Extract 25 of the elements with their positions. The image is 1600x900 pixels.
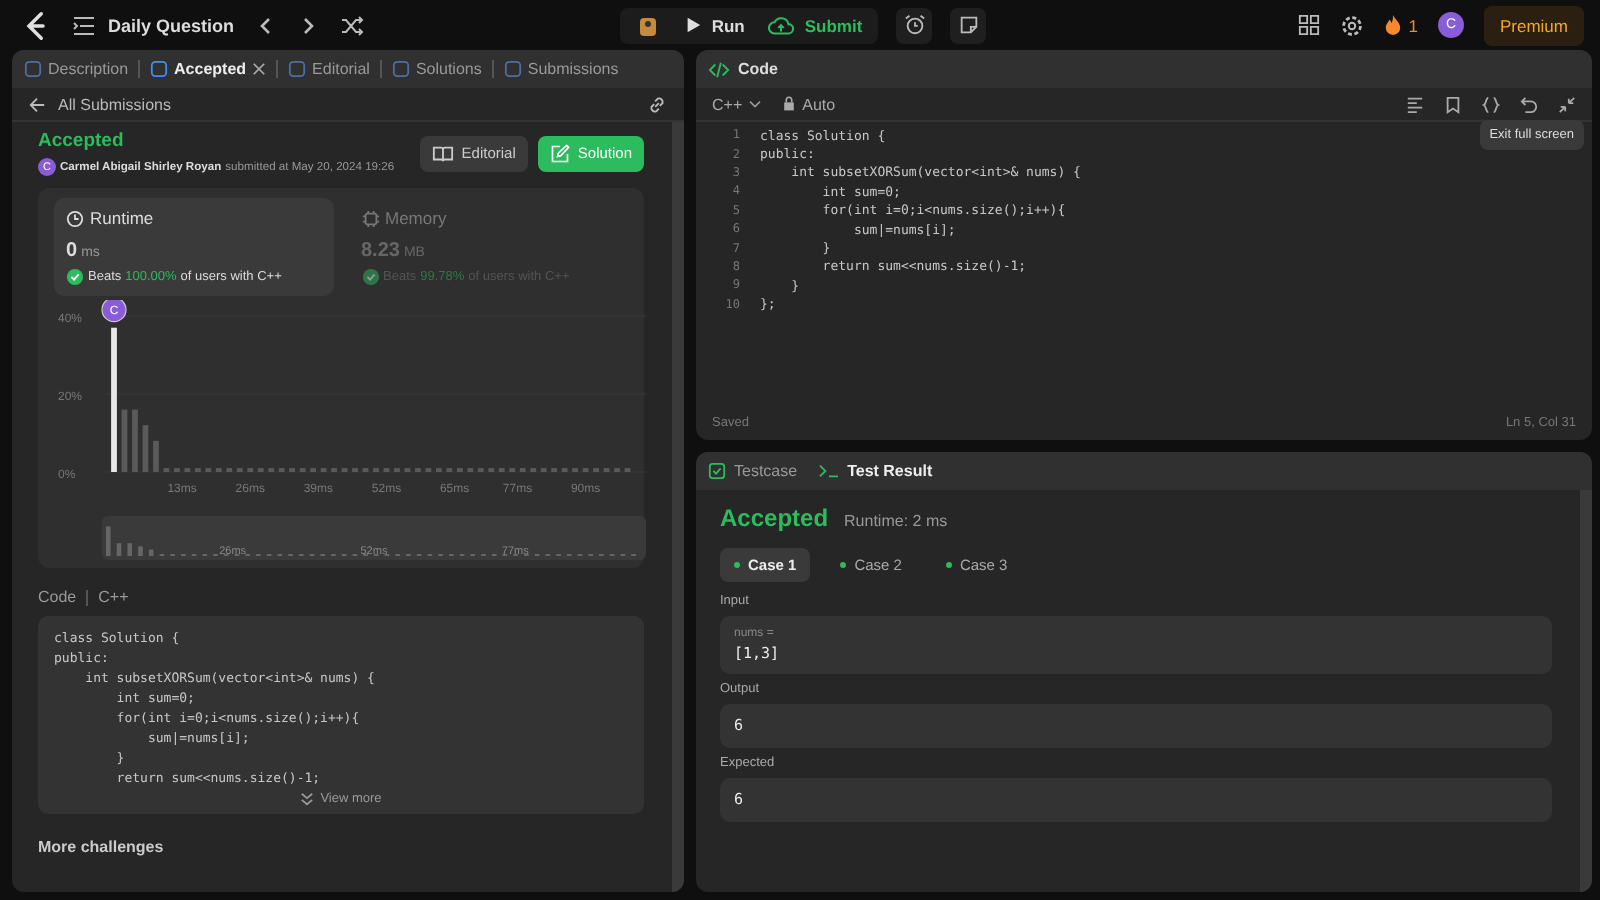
metric-value: 0 bbox=[66, 240, 78, 262]
streak-count: 1 bbox=[1408, 15, 1418, 35]
code-section-title: Code bbox=[38, 588, 77, 606]
panel-tab[interactable]: Description bbox=[24, 60, 129, 78]
submission-status: Accepted bbox=[38, 130, 126, 152]
problem-list-button[interactable]: Daily Question bbox=[72, 15, 235, 35]
panel-title: Code bbox=[738, 60, 778, 78]
mode-label[interactable]: Auto bbox=[802, 95, 836, 113]
runtime-text: Runtime: 2 ms bbox=[844, 512, 948, 530]
submit-button[interactable]: Submit bbox=[768, 15, 863, 35]
back-link[interactable]: All Submissions bbox=[28, 95, 171, 113]
metric-title: Runtime bbox=[90, 208, 154, 228]
panel-tab[interactable]: Solutions bbox=[391, 60, 482, 78]
language-dropdown[interactable]: C++ bbox=[712, 95, 763, 113]
panel-tab[interactable]: Accepted bbox=[150, 60, 267, 78]
code-language: C++ bbox=[98, 588, 129, 606]
panel-tab[interactable]: Test Result bbox=[817, 462, 933, 480]
result-status: Accepted bbox=[720, 504, 829, 532]
section-heading: More challenges bbox=[38, 838, 166, 856]
metric-title: Memory bbox=[385, 208, 447, 228]
premium-button[interactable]: Premium bbox=[1483, 5, 1584, 45]
run-button[interactable]: Run bbox=[683, 15, 745, 35]
panel-tab[interactable]: Editorial bbox=[288, 60, 370, 78]
panel-tab[interactable]: Submissions bbox=[503, 60, 619, 78]
panel-tab[interactable]: Testcase bbox=[708, 462, 798, 480]
